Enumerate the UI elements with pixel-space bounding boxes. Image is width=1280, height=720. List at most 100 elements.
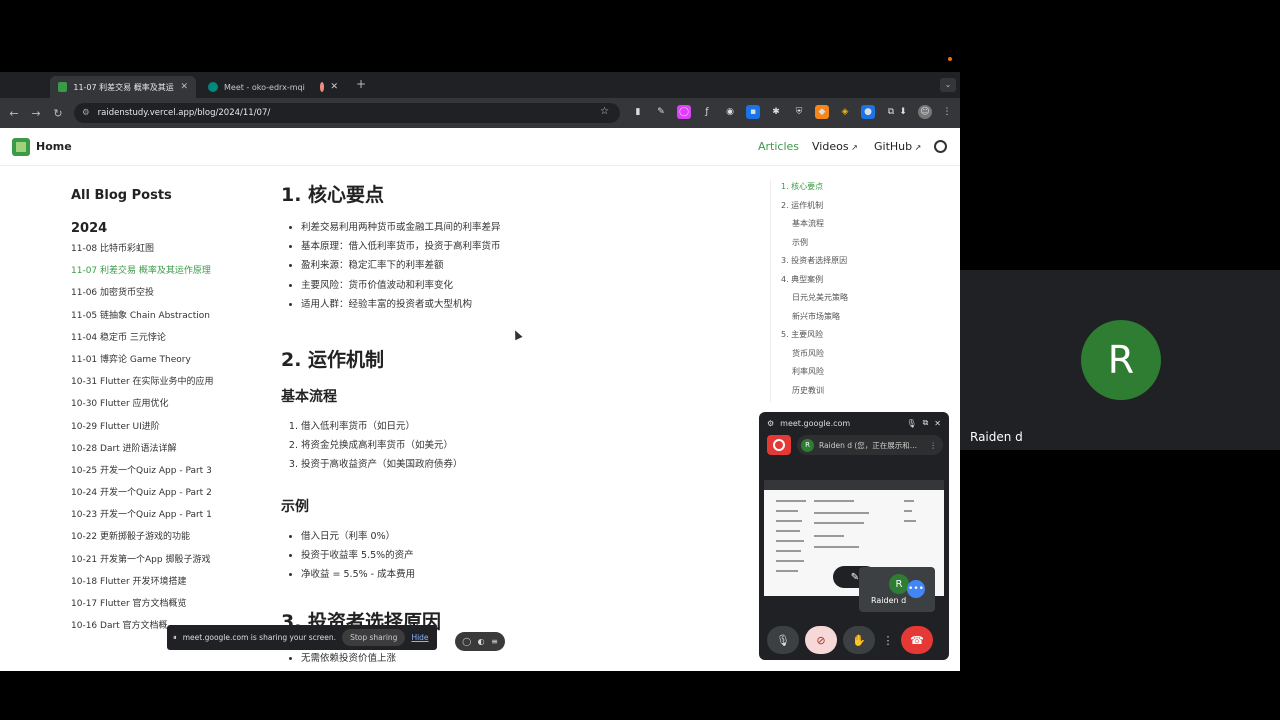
toc-item[interactable]: 4. 典型案例 [781, 273, 940, 292]
download-icon[interactable]: ⬇ [896, 105, 910, 119]
hide-button[interactable]: Hide [411, 633, 428, 642]
back-icon[interactable]: ← [6, 105, 22, 121]
recording-indicator-dot [948, 57, 952, 61]
forward-icon[interactable]: → [28, 105, 44, 121]
metamask-icon[interactable]: ◆ [815, 105, 829, 119]
participant-avatar: R [1081, 320, 1161, 400]
home-link[interactable]: Home [36, 140, 72, 153]
reload-icon[interactable]: ↻ [50, 105, 66, 121]
key-points-list: 利差交易利用两种货币或金融工具间的利率差异 基本原理：借入低利率货币，投资于高利… [281, 221, 741, 317]
list-icon[interactable]: ≡ [491, 637, 498, 646]
nav-videos[interactable]: Videos ↗ [812, 140, 858, 153]
browser-toolbar: ← → ↻ ⚙ raidenstudy.vercel.app/blog/2024… [0, 98, 960, 128]
profile-avatar[interactable]: ☺ [918, 105, 932, 119]
list-item: 净收益 = 5.5% - 成本费用 [301, 568, 741, 587]
sidebar-post[interactable]: 11-06 加密货币空投 [71, 286, 251, 308]
target-extension-icon[interactable]: ◉ [723, 105, 737, 119]
address-bar[interactable]: ⚙ raidenstudy.vercel.app/blog/2024/11/07… [74, 103, 620, 123]
wallet-extension-icon[interactable]: ● [861, 105, 875, 119]
toc-item[interactable]: 3. 投资者选择原因 [781, 254, 940, 273]
toc-item[interactable]: 新兴市场策略 [781, 310, 940, 329]
example-list: 借入日元（利率 0%） 投资于收益率 5.5%的资产 净收益 = 5.5% - … [281, 530, 741, 588]
close-icon[interactable]: ✕ [330, 82, 338, 92]
browser-tab-bar: 11-07 利差交易 概率及其运作原 ✕ Meet - oko-edrx-mqi… [0, 72, 960, 98]
list-item: 基本原理：借入低利率货币，投资于高利率货币 [301, 240, 741, 259]
nav-github[interactable]: GitHub ↗ [874, 140, 921, 153]
toc-item[interactable]: 5. 主要风险 [781, 328, 940, 347]
toc-item[interactable]: 历史教训 [781, 384, 940, 403]
sidebar-post[interactable]: 10-31 Flutter 在实际业务中的应用 [71, 375, 251, 397]
extension-icon[interactable]: ▮ [631, 105, 645, 119]
list-item: 盈利来源：稳定汇率下的利率差额 [301, 259, 741, 278]
function-extension-icon[interactable]: ƒ [700, 105, 714, 119]
toc-item[interactable]: 货币风险 [781, 347, 940, 366]
close-icon[interactable]: ✕ [934, 419, 941, 428]
stop-sharing-button[interactable]: Stop sharing [342, 629, 406, 646]
captions-icon[interactable]: ◐ [478, 637, 485, 646]
external-link-icon: ↗ [848, 143, 858, 152]
eyedropper-icon[interactable]: ✎ [654, 105, 668, 119]
chat-icon[interactable]: ◯ [462, 637, 471, 646]
presenter-chip[interactable]: R Raiden d (您，正在展示和... ⋮ [797, 435, 943, 455]
microphone-button[interactable]: 🎙 [767, 626, 799, 654]
bookmark-star-icon[interactable]: ☆ [600, 106, 609, 117]
settings-icon[interactable]: ⚙ [767, 419, 774, 428]
pip-domain: meet.google.com [780, 418, 851, 428]
raise-hand-button[interactable]: ✋ [843, 626, 875, 654]
record-icon[interactable] [767, 435, 791, 455]
mic-icon[interactable]: 🎙 [906, 419, 916, 428]
end-call-button[interactable]: ☎ [901, 626, 933, 654]
site-favicon-icon [58, 82, 68, 92]
close-icon[interactable]: ✕ [180, 82, 188, 92]
sidebar-post[interactable]: 11-01 博弈论 Game Theory [71, 353, 251, 375]
shield-icon[interactable]: ⛨ [792, 105, 806, 119]
toc-item[interactable]: 日元兑美元策略 [781, 291, 940, 310]
tab-title: 11-07 利差交易 概率及其运作原 [73, 82, 174, 92]
tab-search-chevron-icon[interactable]: ⌄ [940, 78, 956, 92]
toc-item[interactable]: 基本流程 [781, 217, 940, 236]
sidebar-post-active[interactable]: 11-07 利差交易 概率及其运作原理 [71, 264, 251, 286]
doc-extension-icon[interactable]: ▪ [746, 105, 760, 119]
new-tab-icon[interactable]: + [356, 77, 366, 91]
sidebar-post[interactable]: 11-04 稳定币 三元悖论 [71, 331, 251, 353]
toc-item[interactable]: 2. 运作机制 [781, 199, 940, 218]
sidebar-post[interactable]: 10-28 Dart 进阶语法详解 [71, 442, 251, 464]
sidebar-post[interactable]: 11-05 链抽象 Chain Abstraction [71, 309, 251, 331]
sidebar-post[interactable]: 10-17 Flutter 官方文档概览 [71, 597, 251, 619]
list-item: 投资于收益率 5.5%的资产 [301, 549, 741, 568]
tab-recording[interactable]: ✕ [312, 76, 346, 98]
sidebar-post[interactable]: 11-08 比特币彩虹图 [71, 242, 251, 264]
subsection-heading: 示例 [281, 498, 309, 515]
sidebar-post[interactable]: 10-24 开发一个Quiz App - Part 2 [71, 486, 251, 508]
participant-name: Raiden d [970, 430, 1023, 444]
sidebar-post[interactable]: 10-18 Flutter 开发环境搭建 [71, 575, 251, 597]
menu-icon[interactable]: ⋮ [940, 105, 954, 119]
drag-handle-icon[interactable]: ⏸ [173, 633, 177, 643]
settings-extension-icon[interactable]: ✱ [769, 105, 783, 119]
site-info-icon[interactable]: ⚙ [82, 108, 90, 118]
theme-toggle-sun-icon[interactable] [934, 140, 947, 153]
list-item: 投资于高收益资产（如美国政府债券） [301, 458, 741, 477]
more-options-button[interactable]: ⋮ [881, 626, 895, 654]
list-item: 将资金兑换成高利率货币（如美元） [301, 439, 741, 458]
sidebar-post[interactable]: 10-25 开发一个Quiz App - Part 3 [71, 464, 251, 486]
sidebar-post[interactable]: 10-23 开发一个Quiz App - Part 1 [71, 508, 251, 530]
toc-item[interactable]: 1. 核心要点 [781, 180, 940, 199]
more-icon[interactable]: ⋮ [930, 441, 938, 450]
site-logo[interactable] [12, 138, 30, 156]
back-to-tab-icon[interactable]: ⧉ [923, 418, 929, 428]
sidebar-post[interactable]: 10-29 Flutter UI进阶 [71, 420, 251, 442]
tab-blog[interactable]: 11-07 利差交易 概率及其运作原 ✕ [50, 76, 196, 98]
list-item: 借入低利率货币（如日元） [301, 420, 741, 439]
sidebar-post[interactable]: 10-22 更新掷骰子游戏的功能 [71, 530, 251, 552]
binance-icon[interactable]: ◈ [838, 105, 852, 119]
sidebar-post[interactable]: 10-21 开发第一个App 掷骰子游戏 [71, 553, 251, 575]
sidebar-post[interactable]: 10-30 Flutter 应用优化 [71, 397, 251, 419]
color-extension-icon[interactable]: ◯ [677, 105, 691, 119]
more-options-icon[interactable]: ••• [907, 580, 925, 598]
section-heading: 1. 核心要点 [281, 184, 385, 206]
camera-off-button[interactable]: ⊘ [805, 626, 837, 654]
nav-articles[interactable]: Articles [758, 140, 799, 153]
toc-item[interactable]: 示例 [781, 236, 940, 255]
toc-item[interactable]: 利率风险 [781, 365, 940, 384]
